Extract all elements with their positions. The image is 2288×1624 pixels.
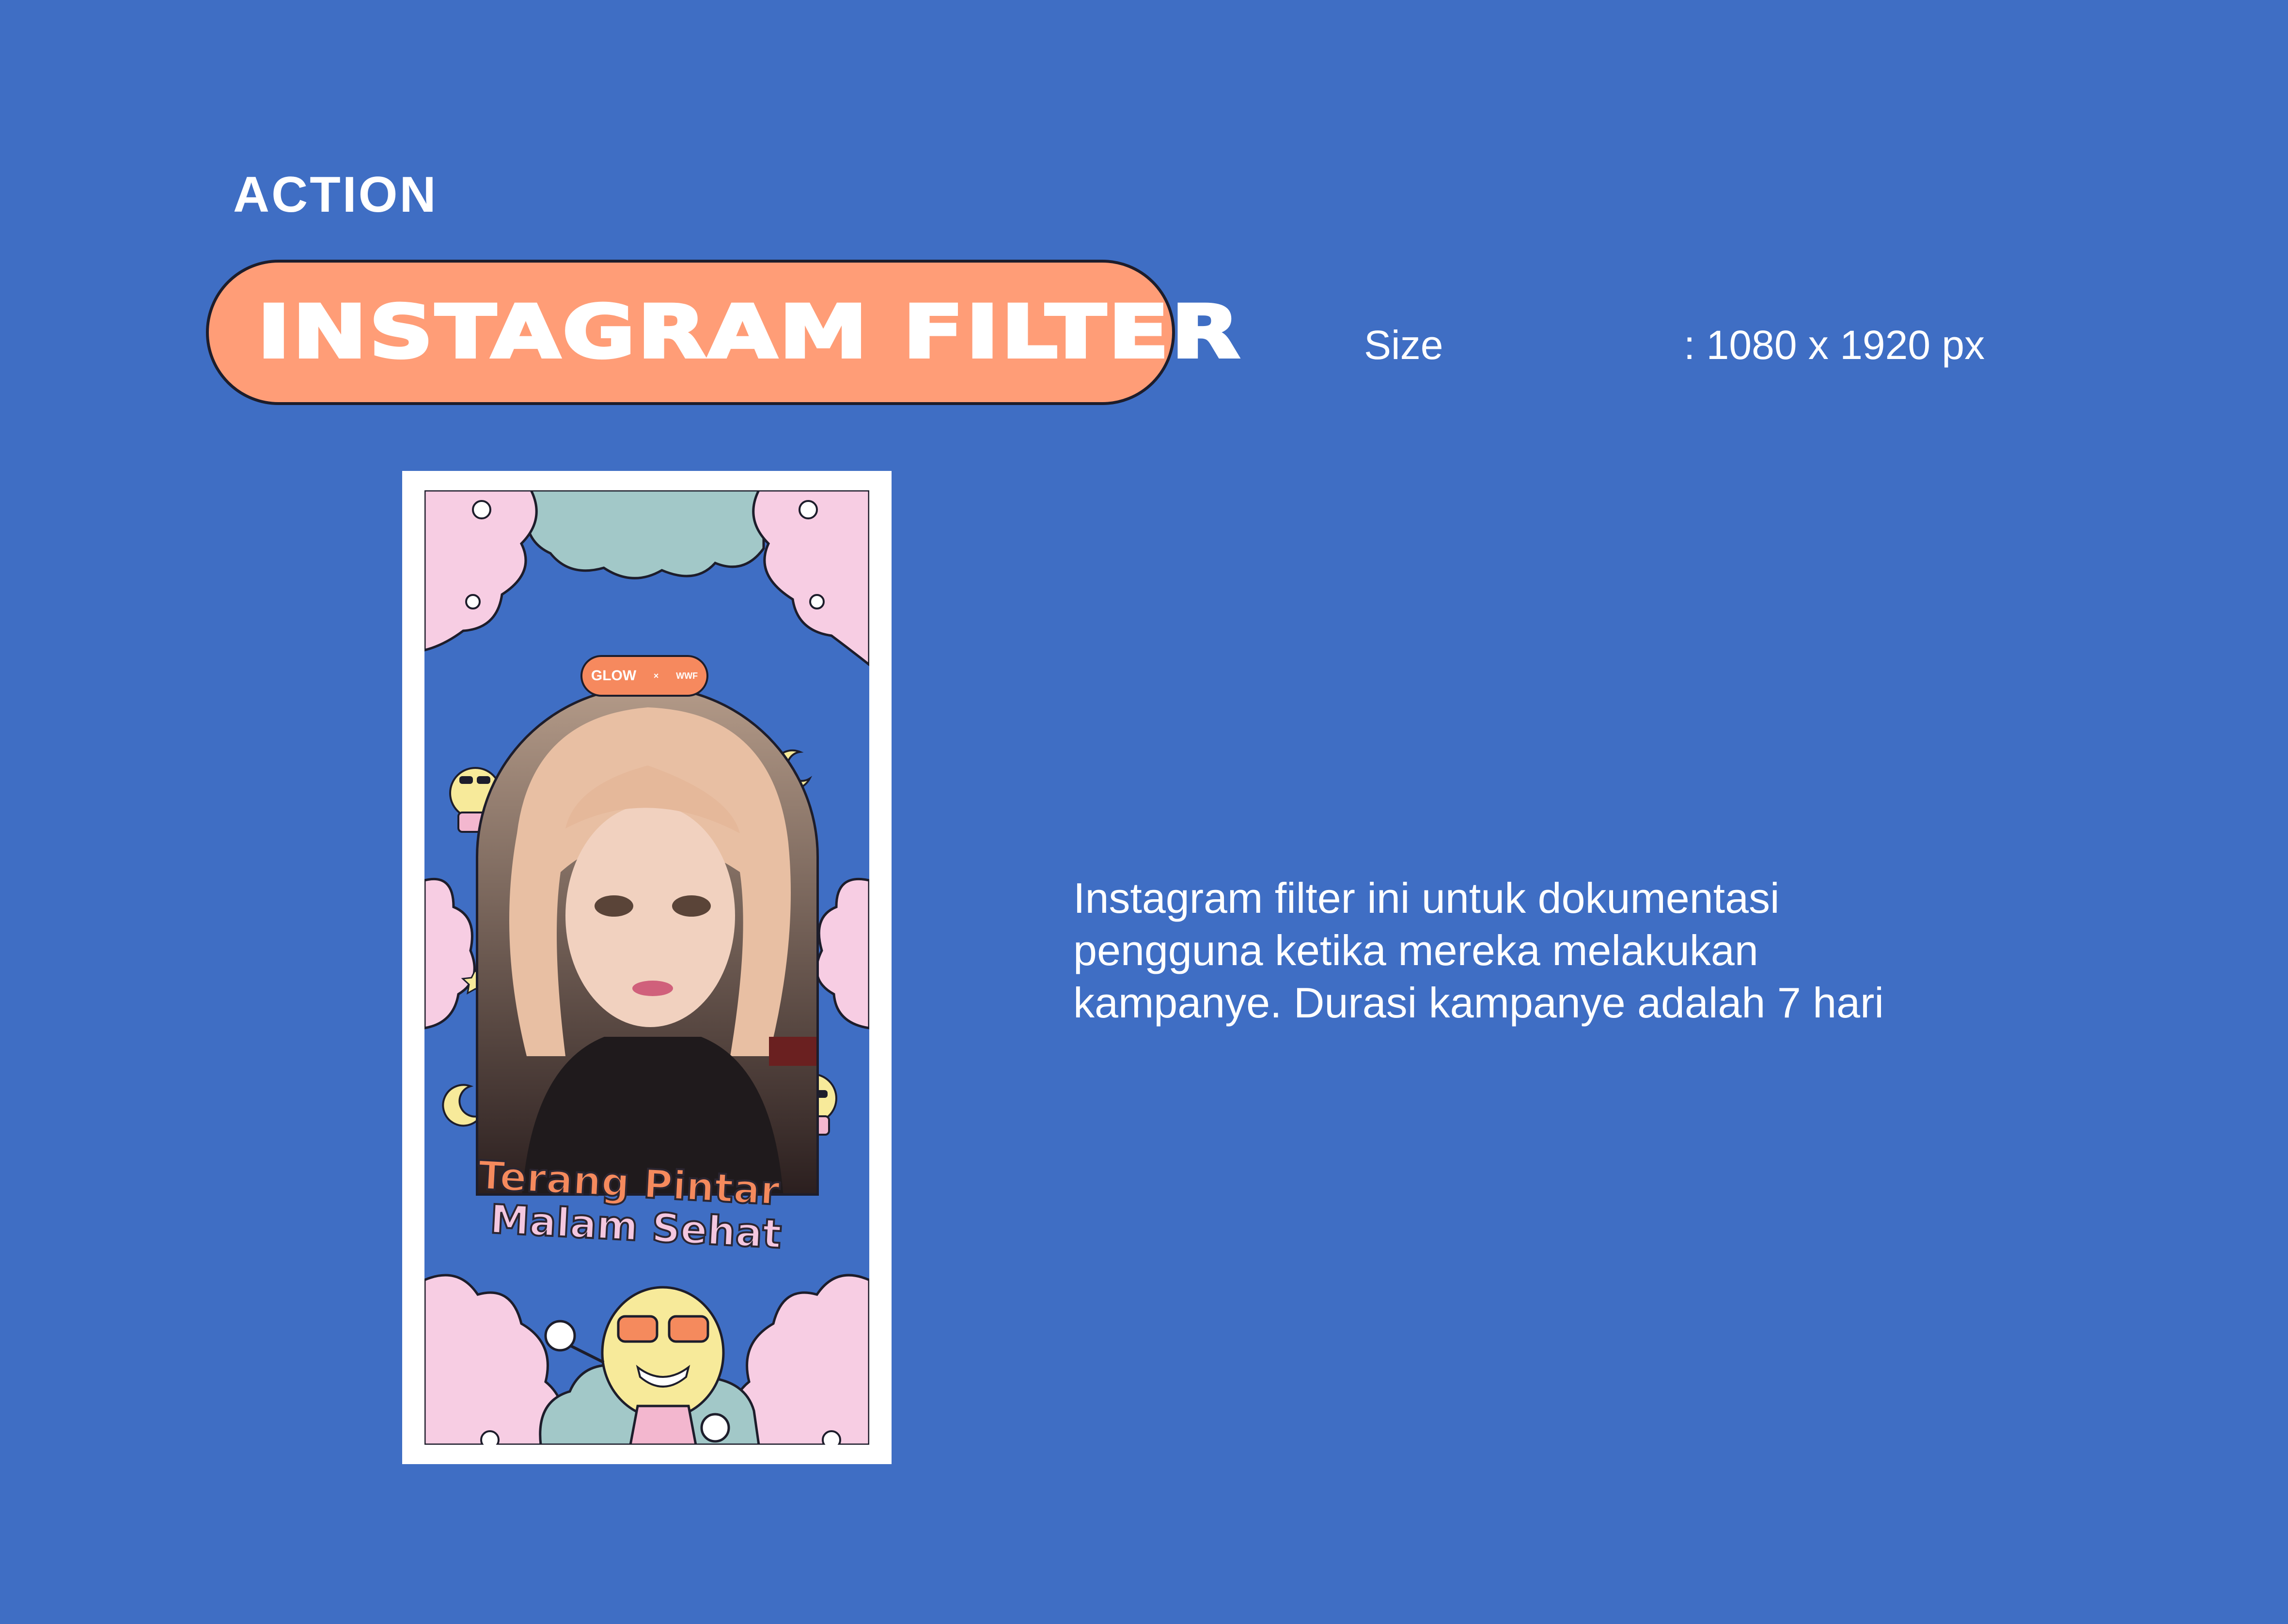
section-label: ACTION <box>233 167 438 223</box>
description-line: pengguna ketika mereka melakukan <box>1073 926 1758 974</box>
photo-area <box>476 686 819 1196</box>
size-value: : 1080 x 1920 px <box>1684 322 1985 368</box>
description-line: kampanye. Durasi kampanye adalah 7 hari <box>1073 979 1884 1027</box>
portrait-photo <box>478 688 816 1193</box>
filter-preview-frame: GLOW × WWF Terang Pintar Malam Sehat <box>402 471 892 1464</box>
badge-brand: GLOW <box>591 668 637 684</box>
description-line: Instagram filter ini untuk dokumentasi <box>1073 874 1780 922</box>
badge-separator: × <box>653 671 659 681</box>
page-title: INSTAGRAM FILTER <box>255 290 1242 375</box>
description: Instagram filter ini untuk dokumentasi p… <box>1073 872 2042 1029</box>
filter-preview-screen: GLOW × WWF Terang Pintar Malam Sehat <box>424 490 869 1445</box>
size-label: Size <box>1364 322 1443 368</box>
brand-badge: GLOW × WWF <box>580 655 708 697</box>
title-pill: INSTAGRAM FILTER <box>206 260 1241 405</box>
badge-partner-logo: WWF <box>676 671 698 681</box>
